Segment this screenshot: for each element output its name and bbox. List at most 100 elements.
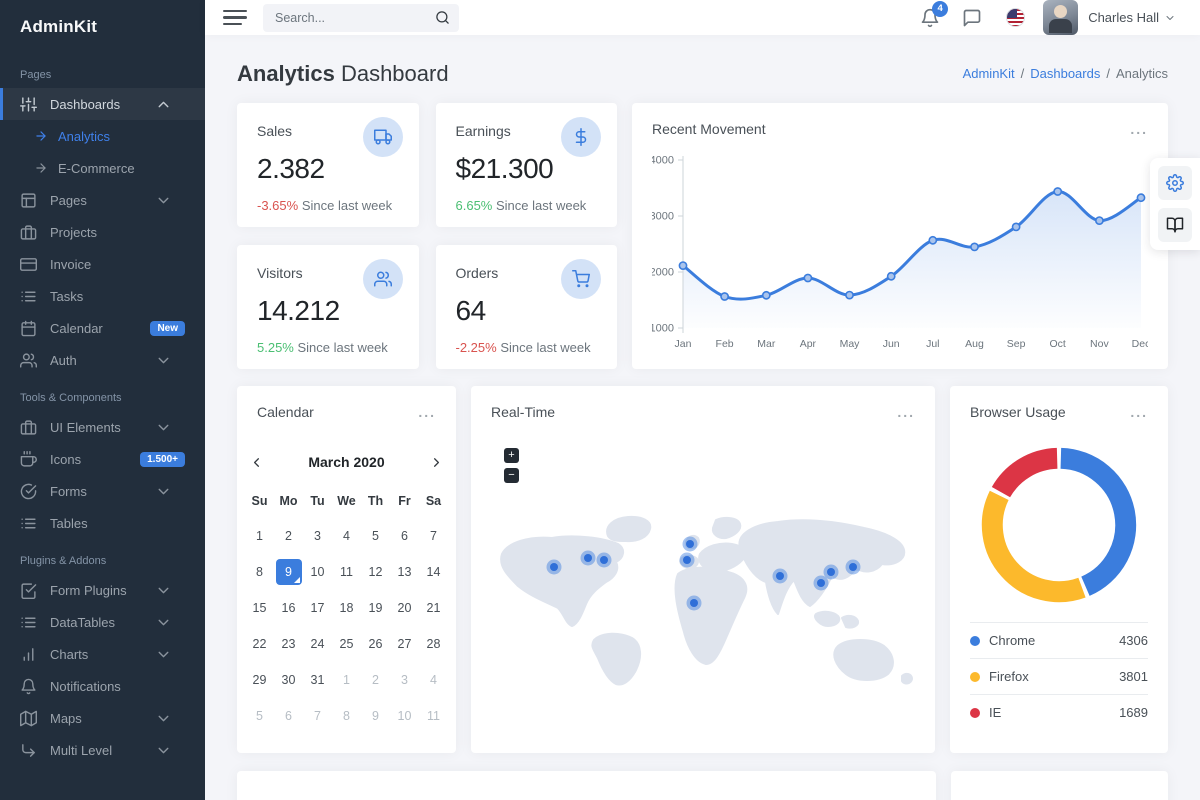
calendar-day[interactable]: 24 (303, 626, 332, 662)
calendar-day[interactable]: 7 (303, 698, 332, 734)
map-marker[interactable] (581, 551, 596, 566)
calendar-day[interactable]: 9 (361, 698, 390, 734)
calendar-day[interactable]: 4 (419, 662, 448, 698)
sidebar-item-dashboards[interactable]: Dashboards (0, 88, 205, 120)
docs-button[interactable] (1158, 208, 1192, 242)
sidebar-item-ui-elements[interactable]: UI Elements (0, 411, 205, 443)
calendar-day[interactable]: 20 (390, 590, 419, 626)
browser-usage-donut (978, 444, 1140, 606)
calendar-day[interactable]: 18 (332, 590, 361, 626)
map-marker[interactable] (597, 553, 612, 568)
sidebar-item-calendar[interactable]: CalendarNew (0, 312, 205, 344)
calendar-day[interactable]: 27 (390, 626, 419, 662)
search-input[interactable] (263, 4, 459, 32)
calendar-day[interactable]: 28 (419, 626, 448, 662)
user-menu[interactable]: Charles Hall (1088, 10, 1176, 25)
svg-text:Apr: Apr (800, 338, 817, 350)
calendar-day[interactable]: 22 (245, 626, 274, 662)
map-marker[interactable] (547, 560, 562, 575)
sidebar-item-analytics[interactable]: Analytics (0, 120, 205, 152)
calendar-day[interactable]: 10 (303, 554, 332, 590)
map-marker[interactable] (680, 553, 695, 568)
calendar-day[interactable]: 16 (274, 590, 303, 626)
sidebar-item-tables[interactable]: Tables (0, 507, 205, 539)
sidebar-item-auth[interactable]: Auth (0, 344, 205, 376)
calendar-day[interactable]: 7 (419, 518, 448, 554)
breadcrumb-adminkit[interactable]: AdminKit (963, 66, 1015, 81)
calendar-day[interactable]: 25 (332, 626, 361, 662)
notifications-button[interactable]: 4 (920, 8, 940, 28)
calendar-day[interactable]: 13 (390, 554, 419, 590)
map-marker[interactable] (824, 565, 839, 580)
calendar-day[interactable]: 3 (390, 662, 419, 698)
calendar-next-button[interactable] (429, 455, 444, 470)
calendar-day[interactable]: 5 (361, 518, 390, 554)
brand-logo[interactable]: AdminKit (0, 0, 205, 53)
sidebar-item-projects[interactable]: Projects (0, 216, 205, 248)
sidebar-item-invoice[interactable]: Invoice (0, 248, 205, 280)
world-map[interactable] (486, 514, 921, 689)
sidebar-item-maps[interactable]: Maps (0, 702, 205, 734)
avatar[interactable] (1043, 0, 1078, 35)
calendar-day[interactable]: 12 (361, 554, 390, 590)
calendar-day[interactable]: 30 (274, 662, 303, 698)
calendar-day[interactable]: 11 (419, 698, 448, 734)
calendar-day[interactable]: 21 (419, 590, 448, 626)
calendar-day[interactable]: 5 (245, 698, 274, 734)
map-marker[interactable] (683, 537, 698, 552)
calendar-day[interactable]: 31 (303, 662, 332, 698)
calendar-day[interactable]: 17 (303, 590, 332, 626)
calendar-day[interactable]: 3 (303, 518, 332, 554)
calendar-day[interactable]: 23 (274, 626, 303, 662)
calendar-day-selected[interactable]: 9 (274, 554, 303, 590)
calendar-day[interactable]: 14 (419, 554, 448, 590)
sidebar-item-icons[interactable]: Icons1.500+ (0, 443, 205, 475)
map-zoom-in-button[interactable]: + (504, 448, 519, 463)
sidebar-item-multi-level[interactable]: Multi Level (0, 734, 205, 766)
calendar-day[interactable]: 19 (361, 590, 390, 626)
sidebar-badge: New (150, 321, 185, 336)
calendar-day[interactable]: 15 (245, 590, 274, 626)
calendar-menu-button[interactable]: ... (418, 409, 436, 415)
breadcrumb-dashboards[interactable]: Dashboards (1030, 66, 1100, 81)
settings-button[interactable] (1158, 166, 1192, 200)
calendar-day[interactable]: 2 (361, 662, 390, 698)
calendar-day[interactable]: 26 (361, 626, 390, 662)
calendar-day[interactable]: 6 (274, 698, 303, 734)
calendar-day[interactable]: 8 (245, 554, 274, 590)
calendar-day[interactable]: 2 (274, 518, 303, 554)
calendar-day[interactable]: 4 (332, 518, 361, 554)
sidebar-toggle-button[interactable] (223, 10, 247, 26)
calendar-day[interactable]: 8 (332, 698, 361, 734)
sidebar-item-notifications[interactable]: Notifications (0, 670, 205, 702)
sidebar-item-forms[interactable]: Forms (0, 475, 205, 507)
browser-usage-card: Browser Usage ... Chrome4306Firefox3801I… (950, 386, 1168, 753)
map-marker[interactable] (687, 596, 702, 611)
breadcrumb-separator: / (1106, 66, 1110, 81)
map-marker[interactable] (773, 569, 788, 584)
browser-usage-menu-button[interactable]: ... (1130, 409, 1148, 415)
calendar-prev-button[interactable] (249, 455, 264, 470)
recent-movement-menu-button[interactable]: ... (1130, 126, 1148, 132)
search-icon[interactable] (435, 10, 450, 25)
sidebar-item-pages[interactable]: Pages (0, 184, 205, 216)
calendar-day-header: Fr (390, 484, 419, 518)
messages-button[interactable] (962, 8, 982, 28)
calendar-day[interactable]: 29 (245, 662, 274, 698)
sidebar-item-form-plugins[interactable]: Form Plugins (0, 574, 205, 606)
calendar-day[interactable]: 1 (245, 518, 274, 554)
realtime-menu-button[interactable]: ... (897, 409, 915, 415)
calendar-day[interactable]: 1 (332, 662, 361, 698)
sidebar-item-datatables[interactable]: DataTables (0, 606, 205, 638)
truck-icon (374, 128, 392, 146)
map-zoom-out-button[interactable]: − (504, 468, 519, 483)
calendar-day[interactable]: 10 (390, 698, 419, 734)
sidebar-item-charts[interactable]: Charts (0, 638, 205, 670)
calendar-day[interactable]: 6 (390, 518, 419, 554)
language-flag-us[interactable] (1006, 8, 1025, 27)
map-marker[interactable] (846, 560, 861, 575)
sidebar-item-e-commerce[interactable]: E-Commerce (0, 152, 205, 184)
sidebar-item-tasks[interactable]: Tasks (0, 280, 205, 312)
calendar-day[interactable]: 11 (332, 554, 361, 590)
stat-delta: 6.65% Since last week (456, 198, 598, 213)
